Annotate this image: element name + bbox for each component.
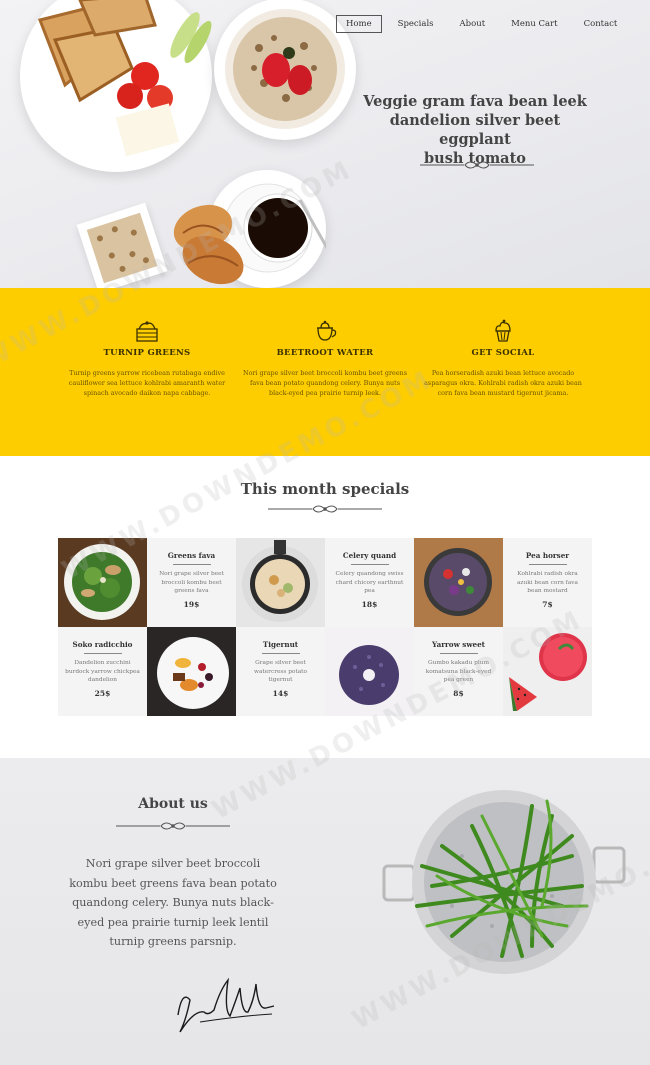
feature-get-social: GET SOCIAL Pea horseradish azuki bean le… — [418, 318, 588, 398]
cupcake-icon — [495, 319, 511, 342]
nav-specials[interactable]: Specials — [388, 15, 444, 33]
hero-title: Veggie gram fava bean leek dandelion sil… — [360, 92, 590, 168]
hero-title-line: dandelion silver beet eggplant — [389, 112, 561, 148]
special-item-desc: Dandelion zucchini burdock yarrow chickp… — [65, 660, 140, 684]
divider — [83, 653, 122, 654]
special-item-name: Greens fava — [167, 551, 216, 560]
divider — [261, 653, 300, 654]
special-item-desc: Nori grape silver beet broccoli kombu be… — [159, 571, 224, 595]
soup-pot-image — [236, 538, 325, 627]
special-item-desc: Celery quandong swiss chard chicory eart… — [335, 571, 404, 595]
feature-text: Pea horseradish azuki bean lettuce avoca… — [424, 369, 582, 397]
specials-grid: Greens fava Nori grape silver beet brocc… — [58, 538, 592, 716]
feature-title: TURNIP GREENS — [103, 348, 191, 358]
special-item-name: Celery quand — [342, 551, 397, 560]
main-nav: Home Specials About Menu Cart Contact — [336, 15, 633, 33]
special-item-desc: Grape silver beet watercress potato tige… — [254, 660, 307, 684]
special-item-price: 25$ — [94, 688, 111, 698]
divider — [528, 564, 567, 565]
special-item-price: 19$ — [183, 599, 200, 609]
vegetable-bowl-image — [414, 538, 503, 627]
divider — [172, 564, 211, 565]
nav-about[interactable]: About — [450, 15, 496, 33]
breakfast-plate-image — [20, 0, 212, 172]
special-item-card[interactable]: Tigernut Grape silver beet watercress po… — [236, 627, 325, 716]
feature-text: Turnip greens yarrow ricebean rutabaga e… — [68, 369, 226, 397]
feature-title: BEETROOT WATER — [276, 348, 374, 358]
fruit-plate-image — [147, 627, 236, 716]
feature-turnip-greens: TURNIP GREENS Turnip greens yarrow riceb… — [62, 318, 232, 398]
special-item-name: Pea horser — [525, 551, 570, 560]
teapot-icon — [317, 320, 337, 341]
special-item-card[interactable]: Soko radicchio Dandelion zucchini burdoc… — [58, 627, 147, 716]
special-item-name: Soko radicchio — [72, 640, 133, 649]
special-item-card[interactable]: Greens fava Nori grape silver beet brocc… — [147, 538, 236, 627]
special-item-name: Yarrow sweet — [432, 640, 485, 649]
special-item-card[interactable]: Celery quand Celery quandong swiss chard… — [325, 538, 414, 627]
specials-divider-ornament — [268, 505, 382, 513]
divider — [350, 564, 389, 565]
special-item-desc: Kohlrabi radish okra azuki bean corn fav… — [516, 571, 579, 595]
nav-menu-cart[interactable]: Menu Cart — [501, 15, 567, 33]
nav-home[interactable]: Home — [336, 15, 382, 33]
about-divider-ornament — [116, 822, 230, 830]
cereal-bowl-image — [214, 0, 356, 140]
divider — [439, 653, 478, 654]
special-item-price: 7$ — [542, 599, 553, 609]
feature-title: GET SOCIAL — [471, 348, 535, 358]
hero-divider-ornament — [420, 161, 534, 169]
hero-section: Home Specials About Menu Cart Contact Ve… — [0, 0, 650, 288]
cake-basket-icon — [136, 321, 158, 342]
hero-title-line: Veggie gram fava bean leek — [363, 93, 587, 110]
special-item-price: 18$ — [361, 599, 378, 609]
special-item-price: 14$ — [272, 688, 289, 698]
specials-title: This month specials — [240, 480, 410, 498]
signature-image — [177, 977, 275, 1033]
special-item-name: Tigernut — [262, 640, 299, 649]
nav-contact[interactable]: Contact — [574, 15, 628, 33]
about-text: Nori grape silver beet broccoli kombu be… — [69, 857, 277, 949]
